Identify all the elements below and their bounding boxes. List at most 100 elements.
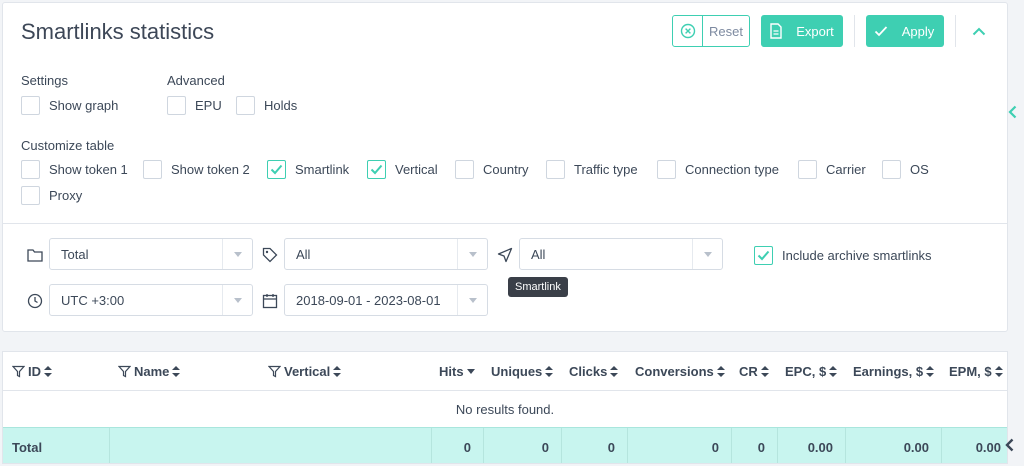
holds-checkbox[interactable]: Holds — [236, 95, 297, 115]
sort-icon — [172, 366, 181, 377]
filter-panel: Smartlinks statistics Reset Export Apply… — [2, 2, 1008, 332]
group-by-select[interactable]: Total — [49, 238, 253, 270]
filter-icon — [268, 365, 281, 378]
checkbox-box — [754, 245, 773, 265]
smartlink-select[interactable]: All — [519, 238, 723, 270]
smartlink-value: All — [531, 246, 546, 262]
total-epc: 0.00 — [778, 428, 846, 463]
epu-checkbox[interactable]: EPU — [167, 95, 222, 115]
column-header-earnings[interactable]: Earnings, $ — [853, 364, 935, 379]
chevron-left-icon[interactable] — [1005, 103, 1019, 121]
country-checkbox[interactable]: Country — [455, 159, 529, 179]
column-header-id[interactable]: ID — [12, 364, 52, 379]
checkbox-label: Show token 1 — [49, 161, 128, 177]
checkbox-label: Connection type — [685, 161, 779, 177]
checkbox-box — [657, 159, 676, 179]
column-header-vertical[interactable]: Vertical — [268, 364, 342, 379]
os-checkbox[interactable]: OS — [882, 159, 929, 179]
advanced-label: Advanced — [167, 73, 225, 88]
total-earnings: 0.00 — [846, 428, 942, 463]
checkbox-box — [882, 159, 901, 179]
smartlink-tooltip: Smartlink — [508, 277, 568, 297]
column-header-conversions[interactable]: Conversions — [635, 364, 725, 379]
total-cell-empty — [110, 428, 432, 463]
checkbox-box — [798, 159, 817, 179]
connection-type-checkbox[interactable]: Connection type — [657, 159, 779, 179]
checkbox-box — [367, 159, 386, 179]
checkbox-label: EPU — [195, 97, 222, 113]
checkbox-label: OS — [910, 161, 929, 177]
folder-icon — [26, 246, 44, 264]
sort-icon — [926, 366, 935, 377]
check-icon — [757, 250, 770, 260]
send-icon — [496, 246, 514, 264]
checkbox-box — [455, 159, 474, 179]
column-header-uniques[interactable]: Uniques — [491, 364, 554, 379]
chevron-left-icon[interactable] — [1002, 436, 1016, 454]
statistics-table: ID Name Vertical Hits Uniques Clicks Con… — [2, 351, 1008, 464]
traffic-type-checkbox[interactable]: Traffic type — [546, 159, 638, 179]
column-header-epc[interactable]: EPC, $ — [785, 364, 838, 379]
vertical-checkbox[interactable]: Vertical — [367, 159, 438, 179]
total-label: Total — [3, 428, 110, 463]
show-token-1-checkbox[interactable]: Show token 1 — [21, 159, 128, 179]
timezone-value: UTC +3:00 — [61, 292, 125, 308]
caret-down-icon — [457, 239, 487, 269]
table-header-divider — [3, 390, 1007, 391]
proxy-checkbox[interactable]: Proxy — [21, 185, 82, 205]
column-header-cr[interactable]: CR — [739, 364, 769, 379]
column-header-clicks[interactable]: Clicks — [569, 364, 619, 379]
sort-icon — [545, 366, 554, 377]
carrier-checkbox[interactable]: Carrier — [798, 159, 866, 179]
filter-icon — [118, 365, 131, 378]
show-token-2-checkbox[interactable]: Show token 2 — [143, 159, 250, 179]
checkbox-box — [21, 95, 40, 115]
calendar-icon — [261, 292, 279, 310]
export-button[interactable]: Export — [761, 15, 843, 47]
checkbox-box — [143, 159, 162, 179]
date-range-value: 2018-09-01 - 2023-08-01 — [296, 292, 441, 308]
sort-icon — [44, 366, 52, 377]
checkbox-label: Carrier — [826, 161, 866, 177]
header-divider — [955, 15, 956, 47]
checkbox-label: Vertical — [395, 161, 438, 177]
timezone-select[interactable]: UTC +3:00 — [49, 284, 253, 316]
reset-button[interactable]: Reset — [672, 15, 750, 47]
checkbox-box — [21, 159, 40, 179]
total-cr: 0 — [732, 428, 778, 463]
tag-select[interactable]: All — [284, 238, 488, 270]
total-hits: 0 — [432, 428, 484, 463]
show-graph-checkbox[interactable]: Show graph — [21, 95, 118, 115]
total-conversions: 0 — [628, 428, 732, 463]
date-range-select[interactable]: 2018-09-01 - 2023-08-01 — [284, 284, 488, 316]
checkbox-label: Holds — [264, 97, 298, 113]
reset-label: Reset — [709, 23, 743, 39]
empty-message: No results found. — [455, 402, 555, 417]
export-label: Export — [796, 23, 834, 39]
smartlink-checkbox[interactable]: Smartlink — [267, 159, 349, 179]
column-header-name[interactable]: Name — [118, 364, 181, 379]
total-epm: 0.00 — [975, 439, 1001, 455]
check-icon — [370, 164, 383, 174]
tag-icon — [261, 246, 279, 264]
checkbox-box — [236, 95, 255, 115]
total-row: Total 0 0 0 0 0 0.00 0.00 0.00 — [3, 427, 1007, 463]
include-archive-checkbox[interactable]: Include archive smartlinks — [754, 245, 932, 265]
check-icon — [866, 25, 896, 37]
chevron-up-icon[interactable] — [969, 21, 989, 41]
clock-icon — [26, 292, 44, 310]
checkbox-label: Country — [483, 161, 529, 177]
group-by-value: Total — [61, 246, 89, 262]
column-header-epm[interactable]: EPM, $ — [949, 364, 1003, 379]
column-header-hits[interactable]: Hits — [439, 364, 475, 379]
checkbox-label: Smartlink — [295, 161, 350, 177]
close-circle-icon — [673, 16, 703, 46]
document-icon — [761, 23, 791, 39]
apply-button[interactable]: Apply — [866, 15, 944, 47]
checkbox-label: Traffic type — [574, 161, 638, 177]
sort-icon — [716, 366, 725, 377]
caret-down-icon — [222, 285, 252, 315]
page-title: Smartlinks statistics — [21, 19, 215, 44]
checkbox-label: Show graph — [49, 97, 119, 113]
caret-down-icon — [222, 239, 252, 269]
